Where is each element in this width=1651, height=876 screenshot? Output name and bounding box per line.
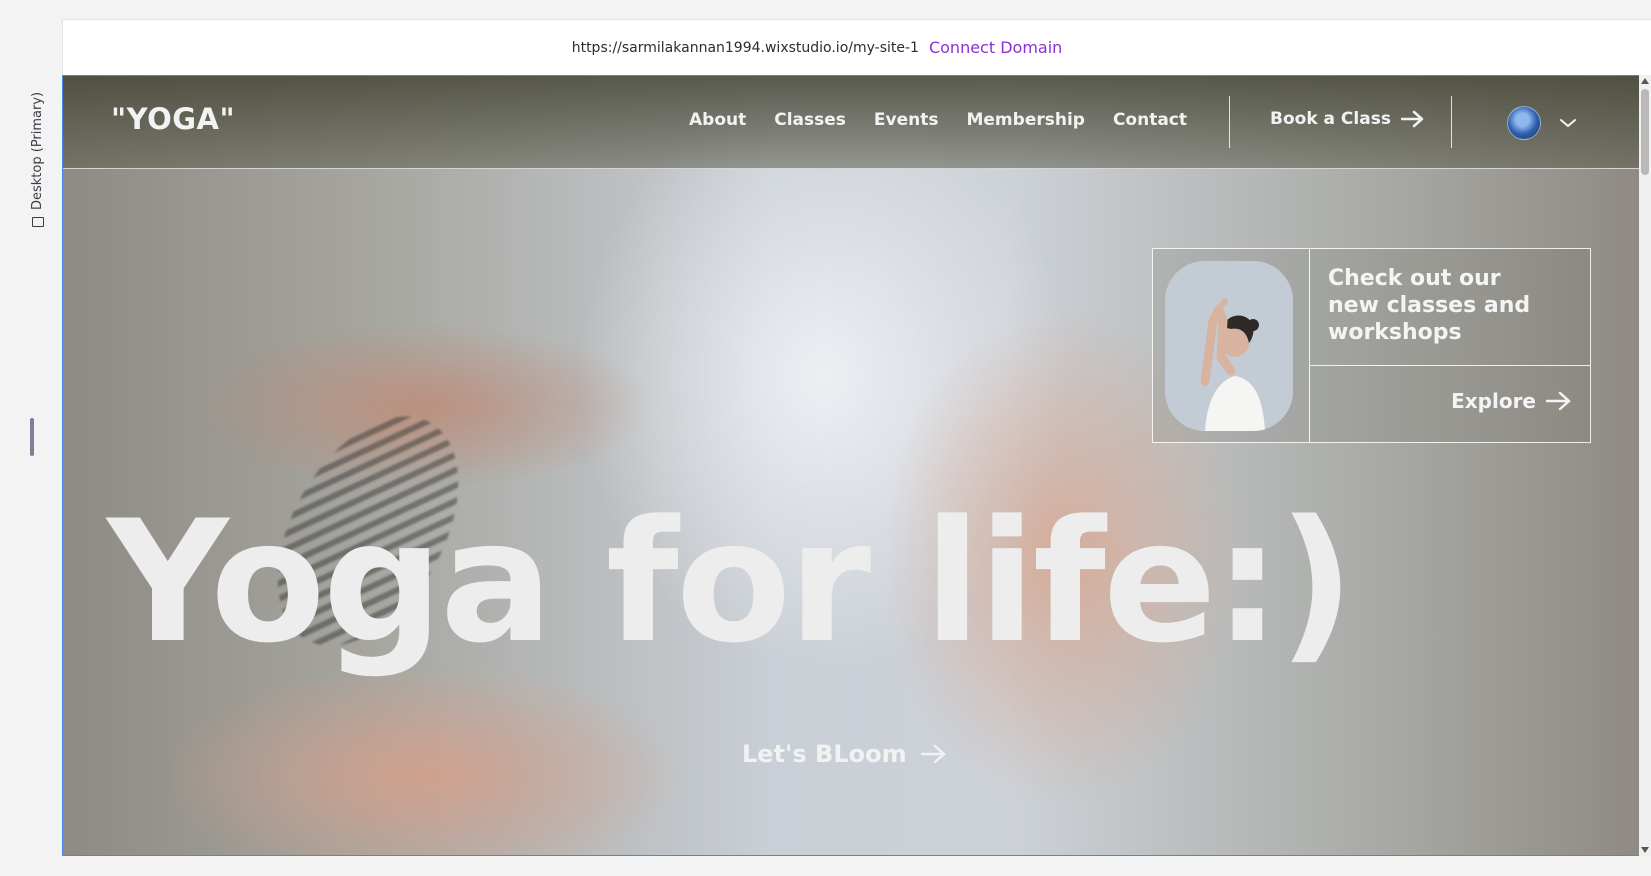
nav-membership[interactable]: Membership [966, 110, 1084, 130]
lets-bloom-button[interactable]: Let's BLoom [742, 740, 947, 768]
connect-domain-link[interactable]: Connect Domain [929, 38, 1062, 57]
site-url: https://sarmilakannan1994.wixstudio.io/m… [571, 39, 919, 56]
device-label-text: Desktop (Primary) [30, 91, 45, 210]
account-menu[interactable] [1507, 106, 1577, 140]
arrow-right-icon [920, 744, 945, 764]
resize-handle[interactable] [30, 418, 34, 456]
header-divider [1229, 96, 1230, 148]
nav-contact[interactable]: Contact [1113, 110, 1187, 130]
main-nav: About Classes Events Membership Contact [689, 110, 1187, 130]
yoga-pose-image [1165, 261, 1293, 431]
promo-image-frame [1153, 249, 1310, 442]
hero-background-image [63, 76, 1639, 855]
book-class-button[interactable]: Book a Class [1270, 109, 1425, 129]
arrow-right-icon [1400, 110, 1424, 128]
promo-card: Check out our new classes and workshops … [1152, 248, 1591, 443]
canvas-scrollbar[interactable] [1639, 75, 1651, 856]
site-canvas: "YOGA" About Classes Events Membership C… [62, 75, 1639, 856]
site-url-bar: https://sarmilakannan1994.wixstudio.io/m… [62, 19, 1651, 75]
book-class-label: Book a Class [1270, 109, 1391, 129]
promo-heading: Check out our new classes and workshops [1328, 266, 1531, 345]
desktop-icon [31, 217, 44, 227]
device-label[interactable]: Desktop (Primary) [30, 92, 45, 228]
avatar [1507, 106, 1541, 140]
promo-image[interactable] [1165, 261, 1293, 431]
hero-headline: Yoga for life:) [107, 484, 1355, 680]
promo-divider [1309, 365, 1590, 366]
explore-label: Explore [1451, 389, 1536, 413]
header-divider [1451, 96, 1452, 148]
site-header: "YOGA" About Classes Events Membership C… [63, 76, 1639, 169]
device-rail: Desktop (Primary) [0, 0, 62, 876]
scroll-up-arrow-icon[interactable] [1641, 78, 1649, 84]
site-logo[interactable]: "YOGA" [111, 102, 235, 136]
arrow-right-icon [1546, 391, 1571, 411]
nav-about[interactable]: About [689, 110, 746, 130]
scroll-down-arrow-icon[interactable] [1641, 847, 1649, 853]
nav-events[interactable]: Events [874, 110, 939, 130]
chevron-down-icon [1560, 119, 1576, 128]
nav-classes[interactable]: Classes [774, 110, 846, 130]
explore-button[interactable]: Explore [1451, 389, 1572, 413]
lets-bloom-label: Let's BLoom [742, 740, 907, 768]
scroll-thumb[interactable] [1641, 89, 1649, 175]
